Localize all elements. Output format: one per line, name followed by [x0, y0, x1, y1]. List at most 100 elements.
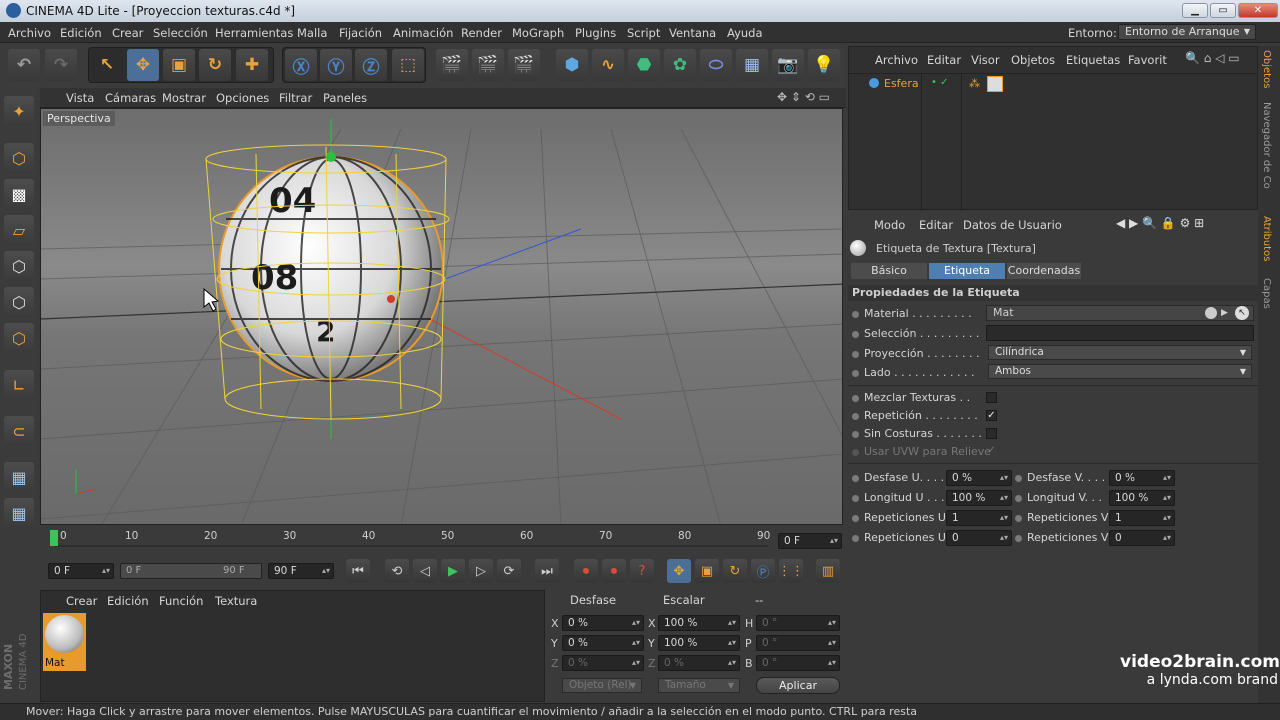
environment-dropdown[interactable]: Entorno de Arranque ▼	[1118, 24, 1256, 40]
tab-etiqueta[interactable]: Etiqueta	[929, 263, 1005, 279]
menu-crear[interactable]: Crear	[112, 26, 143, 40]
menu-script[interactable]: Script	[627, 26, 660, 40]
minimize-button[interactable]: ▁	[1182, 3, 1208, 18]
viewport-navigation-icons[interactable]: ✥ ⇕ ⟲ ▭	[777, 90, 830, 104]
render-picture-viewer-icon[interactable]: 🎬	[472, 49, 504, 81]
render-settings-icon[interactable]: 🎬	[508, 49, 540, 81]
workplane-icon[interactable]: ▱	[4, 215, 34, 245]
material-menu-textura[interactable]: Textura	[215, 594, 257, 608]
key-parameter-icon[interactable]: Ⓟ	[751, 559, 775, 583]
redo-icon[interactable]: ↷	[45, 49, 77, 81]
snap-icon[interactable]: ⊂	[4, 416, 34, 446]
spline-icon[interactable]: ∿	[592, 49, 624, 81]
axis-mode-icon[interactable]: ∟	[4, 370, 34, 400]
next-key-icon[interactable]: ⟳	[497, 559, 521, 583]
transform-icon[interactable]: ✚	[236, 49, 268, 81]
material-pick-icon[interactable]: ↖	[1235, 306, 1249, 320]
tab-basico[interactable]: Básico	[851, 263, 927, 279]
record-keys-icon[interactable]: ⏺	[574, 559, 598, 583]
side-tab-navegador[interactable]: Navegador de Co	[1261, 102, 1272, 189]
side-tab-capas[interactable]: Capas	[1261, 278, 1272, 309]
viewport-menu-camaras[interactable]: Cámaras	[105, 91, 156, 105]
tab-coordenadas[interactable]: Coordenadas	[1007, 263, 1081, 279]
object-menu-objetos[interactable]: Objetos	[1011, 53, 1055, 67]
light-icon[interactable]: 💡	[808, 49, 840, 81]
start-frame-field[interactable]: 0 F ▴▾	[48, 563, 114, 579]
viewport-menu-mostrar[interactable]: Mostrar	[162, 91, 206, 105]
menu-ayuda[interactable]: Ayuda	[727, 26, 763, 40]
coordinate-system-icon[interactable]: ⬚	[392, 49, 424, 81]
repeticiones-u2-field[interactable]: 0 ▴▾	[946, 530, 1012, 546]
attr-toolbar-icons[interactable]: ◀ ▶ 🔍 🔒 ⚙ ⊞	[1116, 216, 1204, 230]
repeticiones-v2-field[interactable]: 0 ▴▾	[1109, 530, 1175, 546]
desfase-u-field[interactable]: 0 % ▴▾	[946, 470, 1012, 486]
menu-malla[interactable]: Malla	[297, 26, 327, 40]
phong-tag-icon[interactable]: ⁂	[969, 77, 980, 90]
key-rotation-icon[interactable]: ↻	[723, 559, 747, 583]
polygons-mode-icon[interactable]: ⬡	[4, 323, 34, 353]
menu-herramientas[interactable]: Herramientas	[215, 26, 293, 40]
viewport-menu-paneles[interactable]: Paneles	[323, 91, 367, 105]
uvw-checkbox[interactable]: ✓	[986, 446, 997, 457]
timeline[interactable]: 0 10 20 30 40 50 60 70 80 90 0 F ▴▾	[40, 526, 846, 552]
current-frame-field[interactable]: 0 F ▴▾	[778, 533, 842, 549]
material-arrow-icon[interactable]: ▶	[1221, 306, 1228, 320]
menu-plugins[interactable]: Plugins	[575, 26, 616, 40]
menu-mograph[interactable]: MoGraph	[512, 26, 564, 40]
repeticiones-v-field[interactable]: 1 ▴▾	[1109, 510, 1175, 526]
object-menu-editar[interactable]: Editar	[927, 53, 961, 67]
side-tab-atributos[interactable]: Atributos	[1261, 216, 1272, 261]
edges-mode-icon[interactable]: ⬡	[4, 287, 34, 317]
maximize-button[interactable]: ▭	[1210, 3, 1236, 18]
material-menu-crear[interactable]: Crear	[66, 594, 97, 608]
menu-edicion[interactable]: Edición	[60, 26, 102, 40]
next-frame-icon[interactable]: ▷	[469, 559, 493, 583]
coord-scale-x[interactable]: 100 % ▴▾	[658, 615, 740, 631]
visibility-check-icon[interactable]: • ✓	[931, 77, 948, 88]
object-menu-visor[interactable]: Visor	[971, 53, 1000, 67]
previous-key-icon[interactable]: ⟲	[385, 559, 409, 583]
material-menu-edicion[interactable]: Edición	[107, 594, 149, 608]
material-link-field[interactable]: Mat ▶ ↖	[986, 305, 1254, 321]
side-tab-objetos[interactable]: Objetos	[1261, 50, 1272, 88]
coord-size-dropdown[interactable]: Tamaño ▼	[658, 678, 740, 693]
frame-range-slider[interactable]: 0 F 90 F	[120, 563, 262, 579]
lado-dropdown[interactable]: Ambos ▼	[988, 364, 1252, 379]
repeticion-checkbox[interactable]: ✓	[986, 410, 997, 421]
texture-tag-icon[interactable]	[987, 76, 1003, 92]
end-frame-field[interactable]: 90 F ▴▾	[268, 563, 334, 579]
coord-b-field[interactable]: 0 ° ▴▾	[756, 655, 840, 671]
planar-workplane-icon[interactable]: ▦	[4, 498, 34, 528]
key-position-icon[interactable]: ✥	[667, 559, 691, 583]
move-icon[interactable]: ✥	[127, 49, 159, 81]
object-row-esfera[interactable]: Esfera • ✓ ⁂	[853, 75, 1253, 93]
viewport-menu-opciones[interactable]: Opciones	[216, 91, 269, 105]
proyeccion-dropdown[interactable]: Cilíndrica ▼	[988, 345, 1252, 360]
object-menu-etiquetas[interactable]: Etiquetas	[1066, 53, 1120, 67]
attr-menu-editar[interactable]: Editar	[919, 218, 953, 232]
model-mode-icon[interactable]: ⬡	[4, 143, 34, 173]
attr-menu-datos-usuario[interactable]: Datos de Usuario	[963, 218, 1062, 232]
close-button[interactable]: ✕	[1238, 3, 1278, 18]
longitud-v-field[interactable]: 100 % ▴▾	[1109, 490, 1175, 506]
go-to-end-icon[interactable]: ⏭	[535, 559, 559, 583]
coord-scale-y[interactable]: 100 % ▴▾	[658, 635, 740, 651]
undo-icon[interactable]: ↶	[8, 49, 40, 81]
coord-mode-dropdown[interactable]: Objeto (Rel) ▼	[562, 678, 642, 693]
floor-icon[interactable]: ▦	[736, 49, 768, 81]
material-menu-funcion[interactable]: Función	[159, 594, 203, 608]
timeline-window-icon[interactable]: ▥	[816, 559, 840, 583]
coord-offset-x[interactable]: 0 % ▴▾	[562, 615, 644, 631]
points-mode-icon[interactable]: ⬡	[4, 251, 34, 281]
keyframe-selection-icon[interactable]: ?	[630, 559, 654, 583]
coord-scale-z[interactable]: 0 % ▴▾	[658, 655, 740, 671]
object-manager-icons[interactable]: 🔍 ⌂ ◁ ▭	[1185, 51, 1240, 65]
autokey-icon[interactable]: ⏺	[602, 559, 626, 583]
rotate-icon[interactable]: ↻	[199, 49, 231, 81]
mezclar-checkbox[interactable]	[986, 392, 997, 403]
seleccion-field[interactable]	[986, 325, 1254, 341]
apply-button[interactable]: Aplicar	[756, 677, 840, 694]
sincosturas-checkbox[interactable]	[986, 428, 997, 439]
repeticiones-u-field[interactable]: 1 ▴▾	[946, 510, 1012, 526]
coord-p-field[interactable]: 0 ° ▴▾	[756, 635, 840, 651]
